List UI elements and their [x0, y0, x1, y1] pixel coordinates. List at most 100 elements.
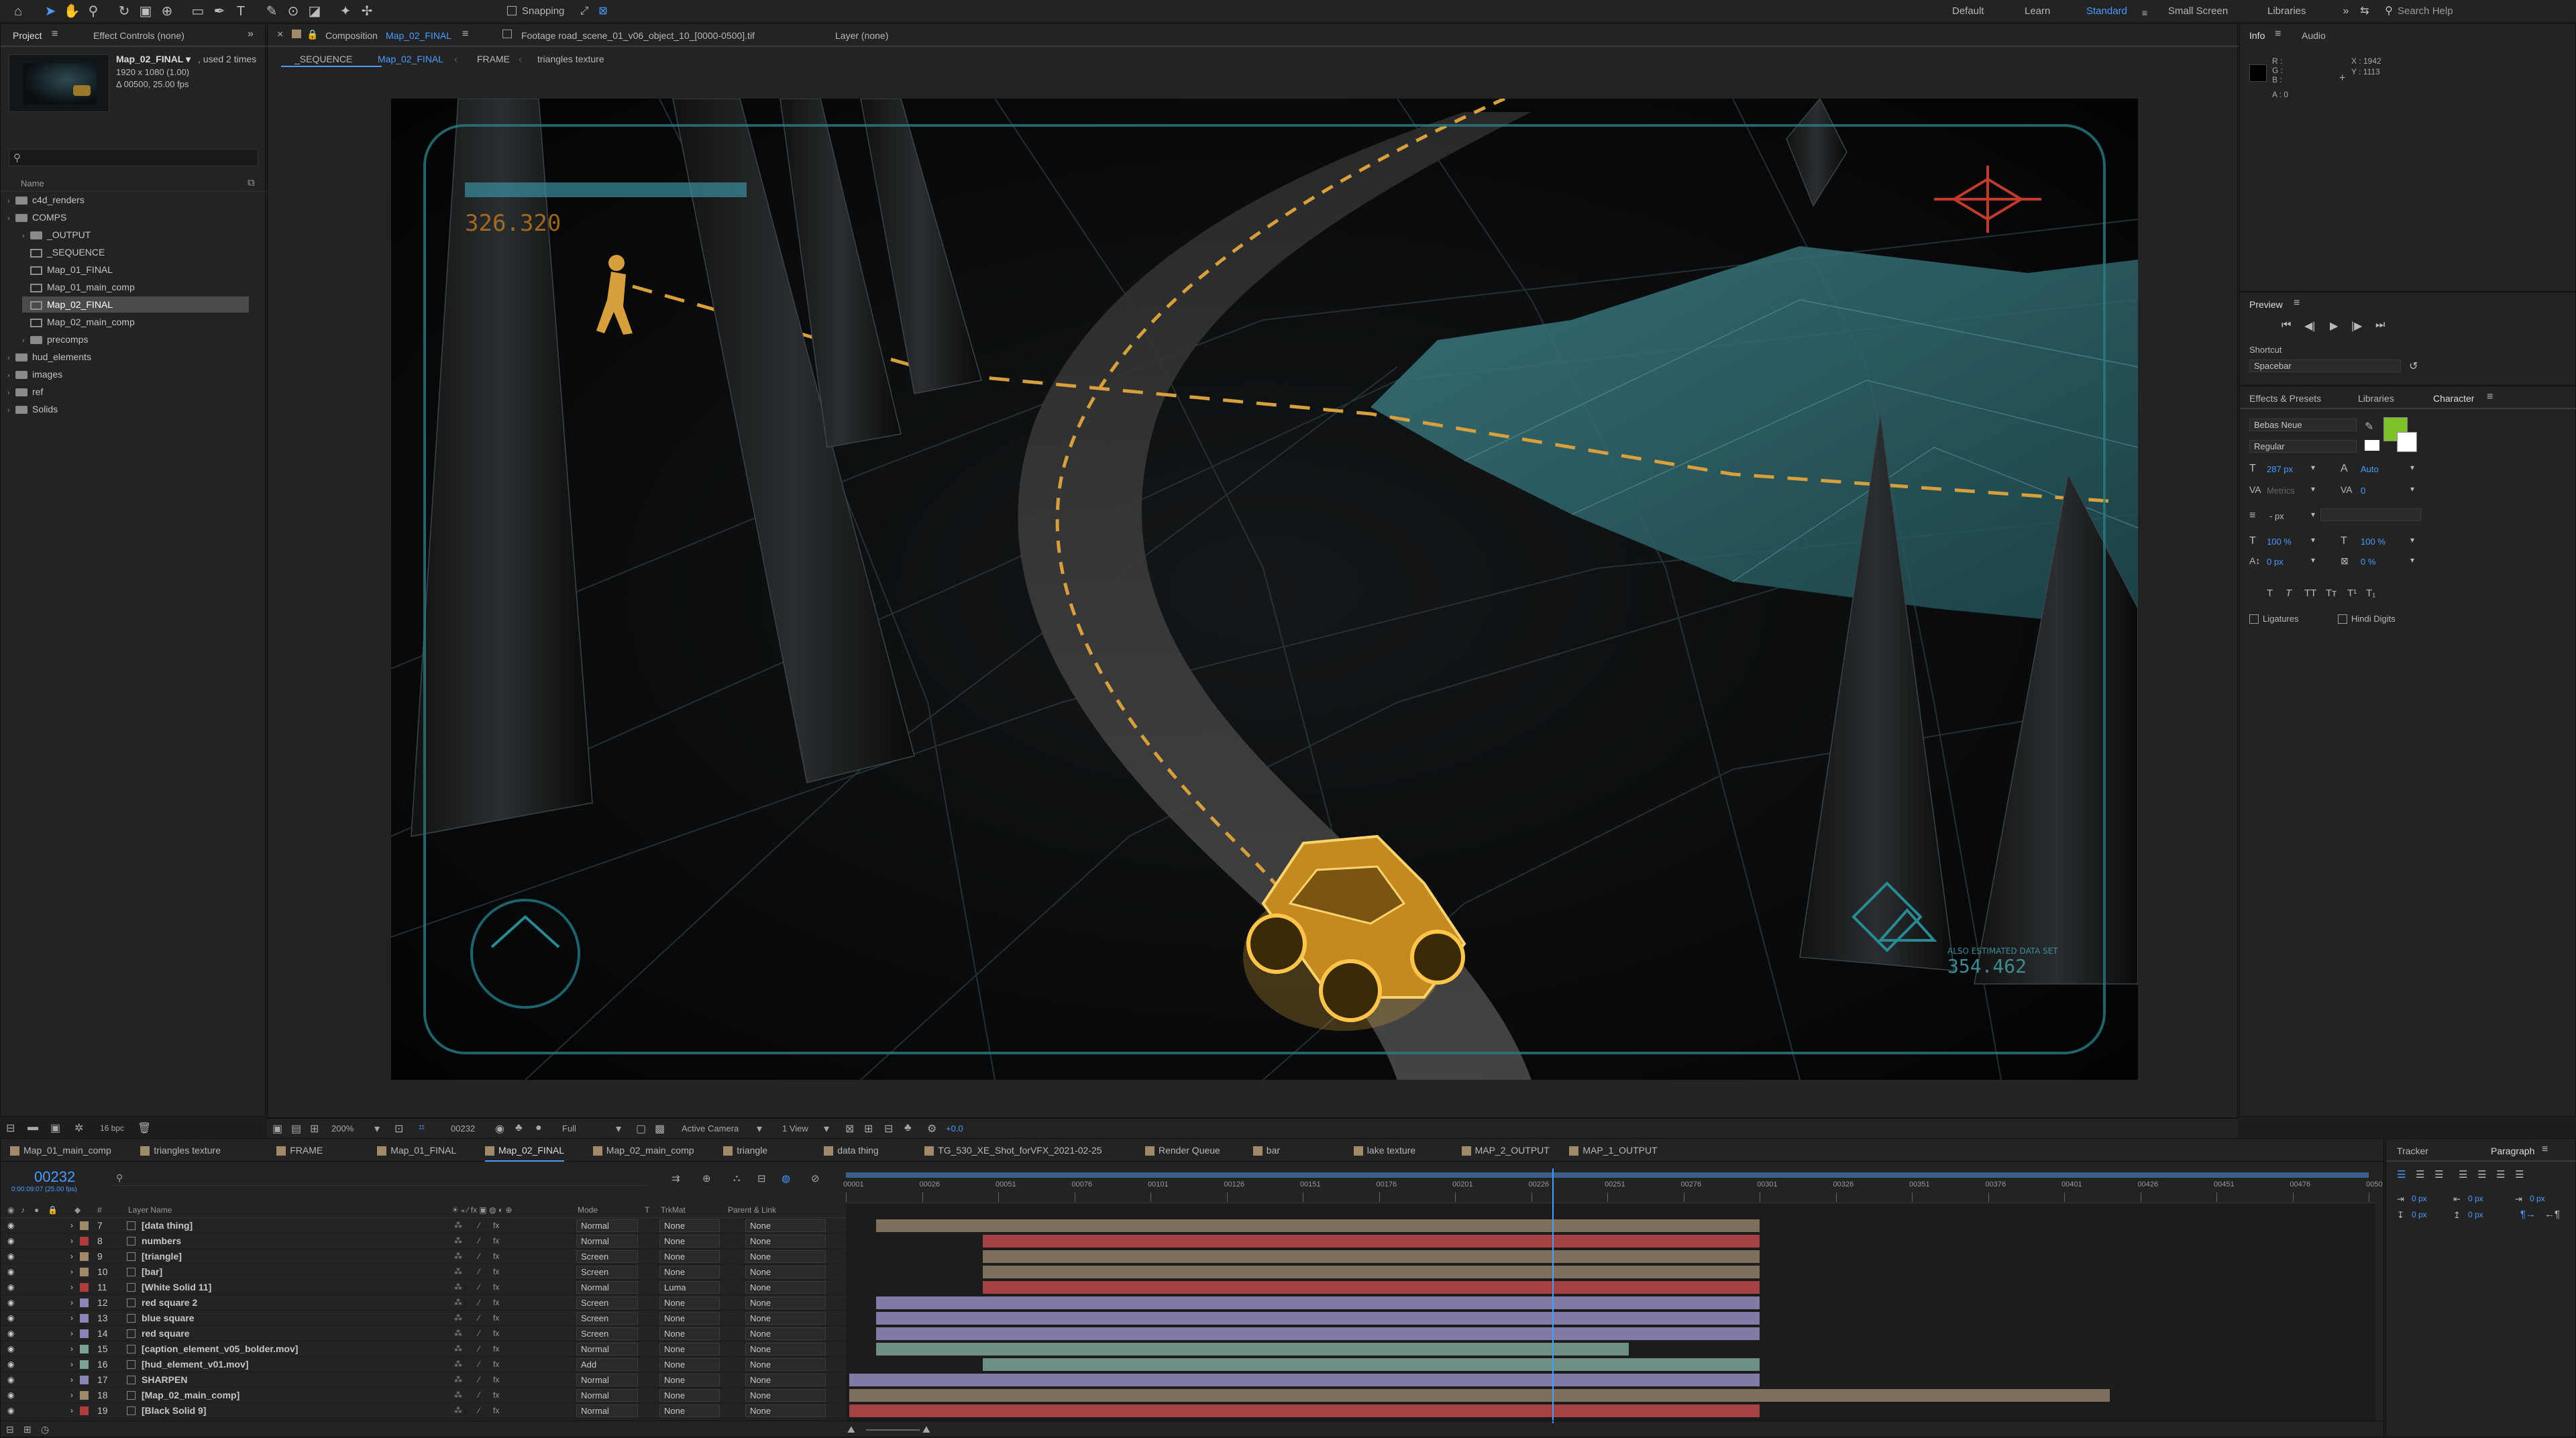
- layer-duration-bar[interactable]: [876, 1327, 1760, 1340]
- lock-header-icon[interactable]: 🔒: [48, 1205, 58, 1215]
- graph-editor-icon[interactable]: ⊘: [811, 1172, 820, 1184]
- home-icon[interactable]: ⌂: [9, 3, 27, 20]
- camera-dropdown[interactable]: Active Camera: [682, 1123, 739, 1133]
- show-snapshot-icon[interactable]: ♣: [515, 1122, 523, 1134]
- shy-switch-icon[interactable]: ⁂: [454, 1249, 462, 1264]
- layer-row[interactable]: ◉ › 16 [hud_element_v01.mov] ⁂ ⁄ fx Add …: [1, 1357, 846, 1372]
- new-comp-icon[interactable]: ▣: [50, 1121, 60, 1135]
- shortcut-dropdown[interactable]: Spacebar: [2249, 360, 2401, 372]
- composition-canvas[interactable]: 326.320 354.462 ALSO ESTIMATED DATA SET: [391, 99, 2138, 1080]
- layer-row[interactable]: ◉ › 8 numbers ⁂ ⁄ fx Normal None None: [1, 1233, 846, 1249]
- rtl-direction-icon[interactable]: ←¶: [2544, 1209, 2560, 1220]
- lock-icon[interactable]: 🔒: [307, 29, 318, 40]
- tab-layer[interactable]: Layer (none): [835, 30, 888, 41]
- shy-switch-icon[interactable]: ⁂: [454, 1295, 462, 1311]
- layer-name[interactable]: blue square: [142, 1311, 195, 1326]
- stroke-width-value[interactable]: - px: [2269, 511, 2284, 521]
- fast-draft-icon[interactable]: ⊞: [864, 1122, 873, 1136]
- timeline-tab[interactable]: Map_02_main_comp: [592, 1139, 694, 1162]
- column-layer-name[interactable]: Layer Name: [128, 1205, 172, 1215]
- zoom-dropdown[interactable]: 200%: [331, 1123, 354, 1133]
- composition-menu-icon[interactable]: ≡: [462, 28, 468, 40]
- layer-duration-bar[interactable]: [983, 1266, 1760, 1278]
- blend-mode-dropdown[interactable]: Normal: [576, 1389, 638, 1402]
- chevron-right-icon[interactable]: ›: [70, 1341, 73, 1357]
- eye-icon[interactable]: ◉: [7, 1264, 14, 1280]
- eye-icon[interactable]: ◉: [7, 1403, 14, 1419]
- timeline-current-time[interactable]: 00232: [34, 1168, 75, 1186]
- fast-preview-icon[interactable]: ▤: [291, 1122, 301, 1136]
- tab-paragraph[interactable]: Paragraph: [2491, 1146, 2534, 1156]
- eye-icon[interactable]: ◉: [7, 1295, 14, 1311]
- fx-switch-icon[interactable]: fx: [493, 1295, 499, 1311]
- timeline-tab[interactable]: Map_01_main_comp: [10, 1139, 111, 1162]
- type-tool-icon[interactable]: T: [232, 3, 250, 20]
- trkmat-dropdown[interactable]: None: [659, 1358, 720, 1371]
- timeline-tab[interactable]: TG_530_XE_Shot_forVFX_2021-02-25: [924, 1139, 1102, 1162]
- layer-label-swatch[interactable]: [80, 1406, 89, 1415]
- transparency-grid-icon[interactable]: ⊞: [310, 1122, 319, 1136]
- project-tree-item[interactable]: › ref: [7, 384, 43, 400]
- fx-switch-icon[interactable]: fx: [493, 1264, 499, 1280]
- blend-mode-dropdown[interactable]: Screen: [576, 1312, 638, 1325]
- time-ruler[interactable]: 00001 00026 00051 00076 00101 00126 00151 00176…: [843, 1171, 2382, 1203]
- layer-name[interactable]: [triangle]: [142, 1249, 182, 1264]
- quality-switch-icon[interactable]: ⁄: [478, 1233, 480, 1249]
- layer-name[interactable]: [caption_element_v05_bolder.mov]: [142, 1341, 298, 1357]
- chevron-down-icon[interactable]: ▾: [2311, 535, 2315, 545]
- rectangle-tool-icon[interactable]: ▭: [189, 3, 207, 20]
- column-trkmat[interactable]: TrkMat: [661, 1205, 686, 1215]
- label-header-icon[interactable]: ◆: [74, 1205, 80, 1215]
- layer-label-swatch[interactable]: [80, 1314, 89, 1323]
- eye-icon[interactable]: ◉: [7, 1233, 14, 1249]
- info-menu-icon[interactable]: ≡: [2275, 28, 2281, 40]
- new-folder-icon[interactable]: ▬: [28, 1121, 38, 1133]
- trkmat-dropdown[interactable]: None: [659, 1296, 720, 1309]
- composition-tab-name[interactable]: Map_02_FINAL: [386, 30, 451, 41]
- timeline-tab[interactable]: Render Queue: [1145, 1139, 1220, 1162]
- fx-switch-icon[interactable]: fx: [493, 1372, 499, 1388]
- blend-mode-dropdown[interactable]: Screen: [576, 1296, 638, 1309]
- timeline-tab[interactable]: MAP_2_OUTPUT: [1461, 1139, 1550, 1162]
- parent-dropdown[interactable]: None: [745, 1374, 826, 1386]
- eye-icon[interactable]: ◉: [7, 1357, 14, 1372]
- breadcrumb-sequence[interactable]: _SEQUENCE: [294, 54, 352, 64]
- workspace-menu-icon[interactable]: ≡: [2136, 4, 2153, 21]
- project-tree-item[interactable]: › hud_elements: [7, 349, 91, 365]
- snap-options-icon[interactable]: ⤢: [576, 3, 593, 20]
- timeline-tab[interactable]: lake texture: [1353, 1139, 1415, 1162]
- layer-name[interactable]: [data thing]: [142, 1218, 193, 1233]
- fx-switch-icon[interactable]: fx: [493, 1403, 499, 1419]
- vertical-scale-value[interactable]: 100 %: [2267, 537, 2292, 547]
- align-left-icon[interactable]: ☰: [2397, 1168, 2406, 1180]
- shy-switch-icon[interactable]: ⁂: [454, 1403, 462, 1419]
- fx-switch-icon[interactable]: fx: [493, 1311, 499, 1326]
- parent-dropdown[interactable]: None: [745, 1250, 826, 1263]
- shy-switch-icon[interactable]: ⁂: [454, 1372, 462, 1388]
- chevron-right-icon[interactable]: ›: [70, 1388, 73, 1403]
- layer-row[interactable]: ◉ › 10 [bar] ⁂ ⁄ fx Screen None None: [1, 1264, 846, 1280]
- tab-effect-controls[interactable]: Effect Controls (none): [93, 30, 184, 41]
- layer-label-swatch[interactable]: [80, 1376, 89, 1384]
- layer-name[interactable]: numbers: [142, 1233, 181, 1249]
- column-mode[interactable]: Mode: [578, 1205, 598, 1215]
- chevron-right-icon[interactable]: ›: [70, 1357, 73, 1372]
- chevron-right-icon[interactable]: ›: [7, 385, 15, 401]
- project-tree-item[interactable]: › _OUTPUT: [22, 227, 91, 243]
- chevron-right-icon[interactable]: ›: [70, 1403, 73, 1419]
- horizontal-scale-value[interactable]: 100 %: [2361, 537, 2385, 547]
- solo-header-icon[interactable]: ●: [34, 1205, 39, 1215]
- layer-label-swatch[interactable]: [80, 1345, 89, 1353]
- blend-mode-dropdown[interactable]: Screen: [576, 1266, 638, 1278]
- mask-visibility-icon[interactable]: ⌗: [419, 1122, 425, 1134]
- eye-icon[interactable]: ◉: [7, 1341, 14, 1357]
- layer-duration-bar[interactable]: [983, 1250, 1760, 1263]
- project-tree-item[interactable]: _SEQUENCE: [22, 244, 105, 260]
- layer-row[interactable]: ◉ › 7 [data thing] ⁂ ⁄ fx Normal None No…: [1, 1218, 846, 1233]
- fx-switch-icon[interactable]: fx: [493, 1326, 499, 1341]
- layer-duration-bar[interactable]: [876, 1296, 1760, 1309]
- fx-switch-icon[interactable]: fx: [493, 1233, 499, 1249]
- eye-icon[interactable]: ◉: [7, 1249, 14, 1264]
- layer-name[interactable]: [White Solid 11]: [142, 1280, 211, 1295]
- layer-name[interactable]: red square: [142, 1326, 190, 1341]
